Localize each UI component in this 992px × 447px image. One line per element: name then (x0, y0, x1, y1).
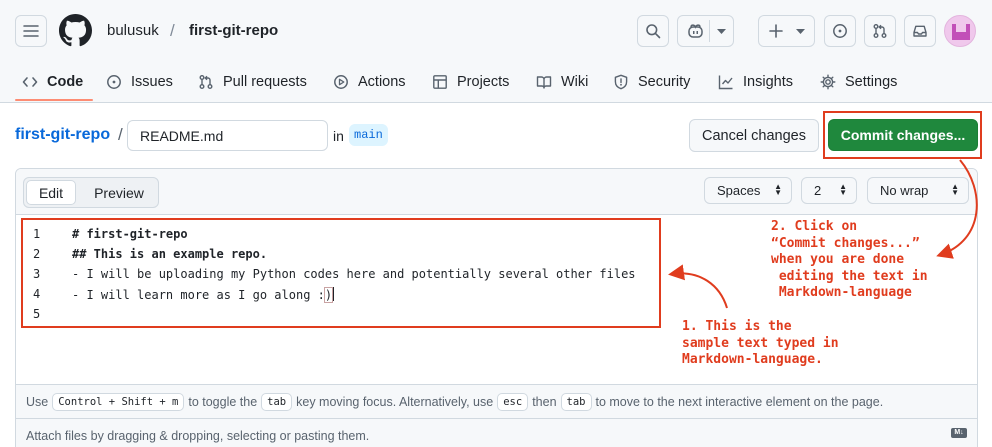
user-avatar[interactable] (944, 15, 976, 47)
cancel-changes-button[interactable]: Cancel changes (689, 119, 819, 152)
plus-icon (769, 24, 783, 38)
tab-label: Actions (358, 74, 406, 90)
tab-security[interactable]: Security (613, 62, 690, 102)
tab-pull-requests[interactable]: Pull requests (198, 62, 307, 102)
avatar-identicon-icon (952, 24, 970, 40)
git-pull-request-icon (873, 24, 887, 38)
filename-input[interactable] (127, 120, 328, 151)
search-icon (646, 24, 661, 39)
breadcrumb-repo-link[interactable]: first-git-repo (15, 126, 110, 144)
search-button[interactable] (637, 15, 669, 47)
attach-files-text: Attach files by dragging & dropping, sel… (26, 429, 370, 443)
kbd-tab: tab (261, 392, 293, 411)
tab-label: Wiki (561, 74, 589, 90)
tab-preview[interactable]: Preview (82, 180, 156, 205)
tab-wiki[interactable]: Wiki (536, 62, 588, 102)
annotation-step-1: 1. This is the sample text typed in Mark… (682, 319, 839, 367)
editor-toolbar: Edit Preview Spaces ▲ ▼ 2 ▲ ▼ No wrap ▲ ▼ (16, 169, 977, 215)
wrap-mode-value: No wrap (880, 183, 929, 198)
shield-icon (614, 74, 628, 90)
table-icon (433, 75, 447, 89)
code-highlight-box (21, 218, 661, 328)
issue-opened-icon (833, 24, 847, 38)
indent-size-value: 2 (814, 183, 822, 198)
tab-actions[interactable]: Actions (333, 62, 406, 102)
hint-text: to move to the next interactive element … (595, 394, 884, 409)
hint-text: key moving focus. Alternatively, use (296, 394, 494, 409)
play-icon (334, 75, 348, 89)
tab-code[interactable]: Code (22, 62, 83, 102)
select-arrows-icon: ▲ ▼ (839, 182, 847, 197)
header-separator: / (170, 21, 175, 40)
hint-text: Use (26, 394, 49, 409)
tab-label: Pull requests (223, 74, 307, 90)
active-tab-indicator (15, 99, 93, 101)
git-pull-request-icon (199, 75, 213, 89)
tab-label: Code (47, 74, 84, 90)
hint-text: then (532, 394, 557, 409)
copilot-icon (688, 24, 703, 38)
tab-edit[interactable]: Edit (26, 180, 76, 205)
issues-button[interactable] (824, 15, 856, 47)
select-arrows-icon: ▲ ▼ (951, 182, 959, 197)
pull-requests-button[interactable] (864, 15, 896, 47)
select-arrows-icon: ▲ ▼ (774, 182, 782, 197)
repo-name-link[interactable]: first-git-repo (189, 22, 278, 39)
tab-insights[interactable]: Insights (718, 62, 793, 102)
tab-label: Issues (131, 74, 173, 90)
tab-label: Projects (457, 74, 510, 90)
github-logo-icon[interactable] (59, 14, 92, 47)
issue-opened-icon (107, 75, 121, 89)
code-icon (22, 77, 38, 87)
book-icon (536, 76, 552, 89)
repo-nav-tabs: Code Issues Pull requests Actions Projec… (0, 62, 992, 102)
breadcrumb-separator: / (118, 125, 123, 144)
graph-icon (718, 75, 733, 90)
branch-badge[interactable]: main (349, 124, 388, 146)
copilot-button[interactable] (677, 15, 734, 47)
kbd-esc: esc (497, 392, 529, 411)
kbd-tab: tab (560, 392, 592, 411)
wrap-mode-select[interactable]: No wrap ▲ ▼ (867, 177, 969, 204)
create-new-button[interactable] (758, 15, 815, 47)
kbd-shortcut: Control + Shift + m (52, 392, 185, 411)
attach-files-area[interactable]: Attach files by dragging & dropping, sel… (16, 419, 977, 447)
inbox-icon (913, 25, 927, 37)
tab-label: Security (638, 74, 691, 90)
commit-highlight-box (823, 111, 982, 159)
hamburger-menu-button[interactable] (15, 15, 47, 47)
branch-prefix-text: in (333, 128, 344, 144)
inbox-button[interactable] (904, 15, 936, 47)
chevron-down-icon (796, 29, 805, 34)
chevron-down-icon[interactable] (717, 29, 726, 35)
edit-preview-toggle: Edit Preview (23, 177, 159, 208)
repo-owner-link[interactable]: bulusuk (107, 22, 159, 39)
tab-issues[interactable]: Issues (106, 62, 173, 102)
markdown-icon: M↓ (951, 428, 967, 438)
annotation-step-2: 2. Click on “Commit changes...” when you… (771, 219, 928, 300)
keyboard-hint: Use Control + Shift + m to toggle the ta… (16, 384, 977, 419)
tab-settings[interactable]: Settings (820, 62, 897, 102)
tab-projects[interactable]: Projects (432, 62, 509, 102)
indent-mode-select[interactable]: Spaces ▲ ▼ (704, 177, 792, 204)
three-bars-icon (23, 25, 39, 37)
gear-icon (820, 74, 836, 90)
tab-label: Settings (845, 74, 898, 90)
hint-text: to toggle the (188, 394, 258, 409)
repo-header: bulusuk / first-git-repo Code Issues Pul… (0, 0, 992, 103)
tab-label: Insights (743, 74, 793, 90)
indent-mode-value: Spaces (717, 183, 761, 198)
indent-size-select[interactable]: 2 ▲ ▼ (801, 177, 857, 204)
